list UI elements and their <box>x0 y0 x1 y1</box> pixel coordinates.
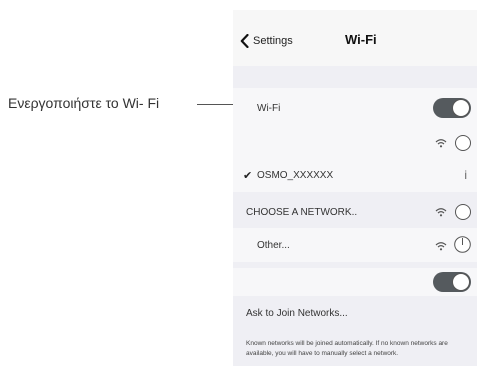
screen: Ενεργοποιήστε το Wi- Fi Settings Wi-Fi W… <box>0 0 477 366</box>
back-button[interactable]: Settings <box>240 34 293 48</box>
info-icon[interactable]: i <box>464 168 467 182</box>
chevron-left-icon <box>240 34 249 48</box>
toggle-knob <box>452 99 470 117</box>
checkmark-icon: ✔ <box>243 169 253 182</box>
back-button-label: Settings <box>253 35 293 47</box>
ask-join-toggle[interactable] <box>433 272 471 292</box>
wifi-icon <box>435 242 447 251</box>
choose-network-label: CHOOSE A NETWORK.. <box>246 206 358 218</box>
callout-label: Ενεργοποιήστε το Wi- Fi <box>8 95 160 111</box>
choose-network-row: CHOOSE A NETWORK.. <box>233 196 477 228</box>
page-title: Wi-Fi <box>345 32 377 47</box>
wifi-toggle[interactable] <box>433 98 471 118</box>
wifi-icon <box>435 139 447 148</box>
loading-ring-icon <box>455 135 471 151</box>
connected-network-row[interactable]: ✔ OSMO_XXXXXX i <box>233 158 477 192</box>
ask-join-label-row: Ask to Join Networks... <box>233 300 477 326</box>
ask-join-toggle-row <box>233 268 477 296</box>
scanning-row <box>233 128 477 158</box>
wifi-row-label: Wi-Fi <box>257 102 281 114</box>
wifi-icon <box>435 208 447 217</box>
power-icon <box>454 236 471 253</box>
loading-ring-icon <box>455 204 471 220</box>
navigation-bar: Settings Wi-Fi <box>233 10 477 66</box>
other-network-label: Other... <box>257 239 290 251</box>
wifi-toggle-row: Wi-Fi <box>233 88 477 128</box>
connected-network-name: OSMO_XXXXXX <box>257 169 334 181</box>
toggle-knob <box>452 273 470 291</box>
phone-settings-panel: Settings Wi-Fi Wi-Fi ✔ OSMO_XXXXXX i CHO… <box>233 10 477 366</box>
ask-join-hint-text: Known networks will be joined automatica… <box>246 340 448 357</box>
ask-join-label: Ask to Join Networks... <box>246 307 348 319</box>
other-network-row[interactable]: Other... <box>233 228 477 262</box>
